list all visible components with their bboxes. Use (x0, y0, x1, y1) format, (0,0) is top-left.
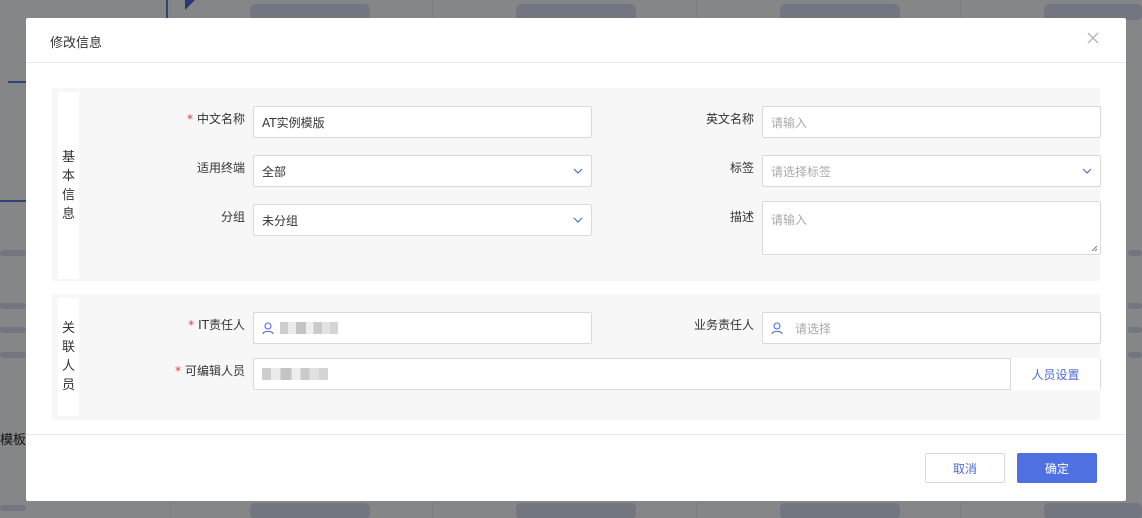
chevron-down-icon (573, 217, 583, 223)
desc-label: 描述 (729, 210, 754, 224)
section-related-people: 关 联 人 员 * IT责任人 业务责任人 请选择 * 可编辑人员 人员设置 (52, 294, 1101, 420)
edit-info-dialog: 修改信息 基 本 信 息 * 中文名称 AT实例模版 英文名称 请输入 适用终端 … (26, 18, 1126, 501)
biz-owner-label: 业务责任人 (693, 318, 754, 332)
cn-name-input[interactable]: AT实例模版 (253, 106, 592, 138)
section-basic-info: 基 本 信 息 * 中文名称 AT实例模版 英文名称 请输入 适用终端 全部 标签… (52, 88, 1101, 281)
section-tag-char: 关 (61, 321, 75, 336)
it-owner-label: * IT责任人 (188, 316, 245, 333)
section-tag-char: 信 (61, 187, 75, 203)
it-owner-label-text: IT责任人 (198, 318, 245, 332)
desc-textarea[interactable]: 请输入 (762, 201, 1101, 255)
cn-name-value: AT实例模版 (262, 115, 325, 130)
cn-name-label: * 中文名称 (187, 110, 245, 127)
user-icon (771, 321, 783, 334)
confirm-button[interactable]: 确定 (1017, 453, 1097, 483)
biz-owner-picker[interactable]: 请选择 (762, 312, 1101, 344)
terminal-value: 全部 (262, 164, 287, 179)
terminal-label: 适用终端 (196, 161, 245, 175)
editors-label-text: 可编辑人员 (184, 364, 245, 378)
section-tag-basic: 基 本 信 息 (58, 92, 79, 279)
user-icon (262, 321, 274, 334)
en-name-input[interactable]: 请输入 (762, 106, 1101, 138)
chevron-down-icon (573, 168, 583, 174)
required-mark: * (186, 112, 193, 126)
section-tag-char: 基 (61, 149, 75, 165)
section-tag-char: 联 (61, 340, 75, 355)
section-tag-people: 关 联 人 员 (58, 298, 79, 416)
cancel-button[interactable]: 取消 (925, 453, 1005, 483)
redacted-user-name (280, 322, 338, 334)
biz-owner-placeholder: 请选择 (795, 321, 832, 336)
required-mark: * (188, 318, 195, 332)
group-value: 未分组 (262, 213, 299, 228)
people-settings-button[interactable]: 人员设置 (1010, 358, 1100, 390)
resize-handle-icon[interactable] (1091, 245, 1098, 252)
it-owner-picker[interactable] (253, 312, 592, 344)
group-select[interactable]: 未分组 (253, 204, 592, 236)
tags-select[interactable]: 请选择标签 (762, 155, 1101, 187)
tags-label: 标签 (729, 161, 754, 175)
redacted-user-name (262, 368, 328, 380)
terminal-select[interactable]: 全部 (253, 155, 592, 187)
section-tag-char: 人 (61, 359, 75, 374)
dialog-header: 修改信息 (26, 18, 1126, 63)
en-name-placeholder: 请输入 (771, 115, 808, 130)
chevron-down-icon (1082, 168, 1092, 174)
section-tag-char: 员 (61, 378, 75, 393)
editors-field[interactable]: 人员设置 (253, 358, 1101, 390)
section-tag-char: 息 (61, 206, 75, 222)
section-tag-char: 本 (61, 168, 75, 184)
en-name-label: 英文名称 (705, 112, 754, 126)
desc-placeholder: 请输入 (771, 213, 808, 227)
group-label: 分组 (220, 210, 245, 224)
required-mark: * (174, 364, 181, 378)
dialog-footer: 取消 确定 (26, 434, 1126, 501)
close-icon[interactable] (1086, 31, 1100, 45)
tags-placeholder: 请选择标签 (771, 164, 832, 179)
editors-label: * 可编辑人员 (175, 362, 245, 379)
dialog-title: 修改信息 (50, 36, 103, 51)
cn-name-label-text: 中文名称 (196, 112, 245, 126)
